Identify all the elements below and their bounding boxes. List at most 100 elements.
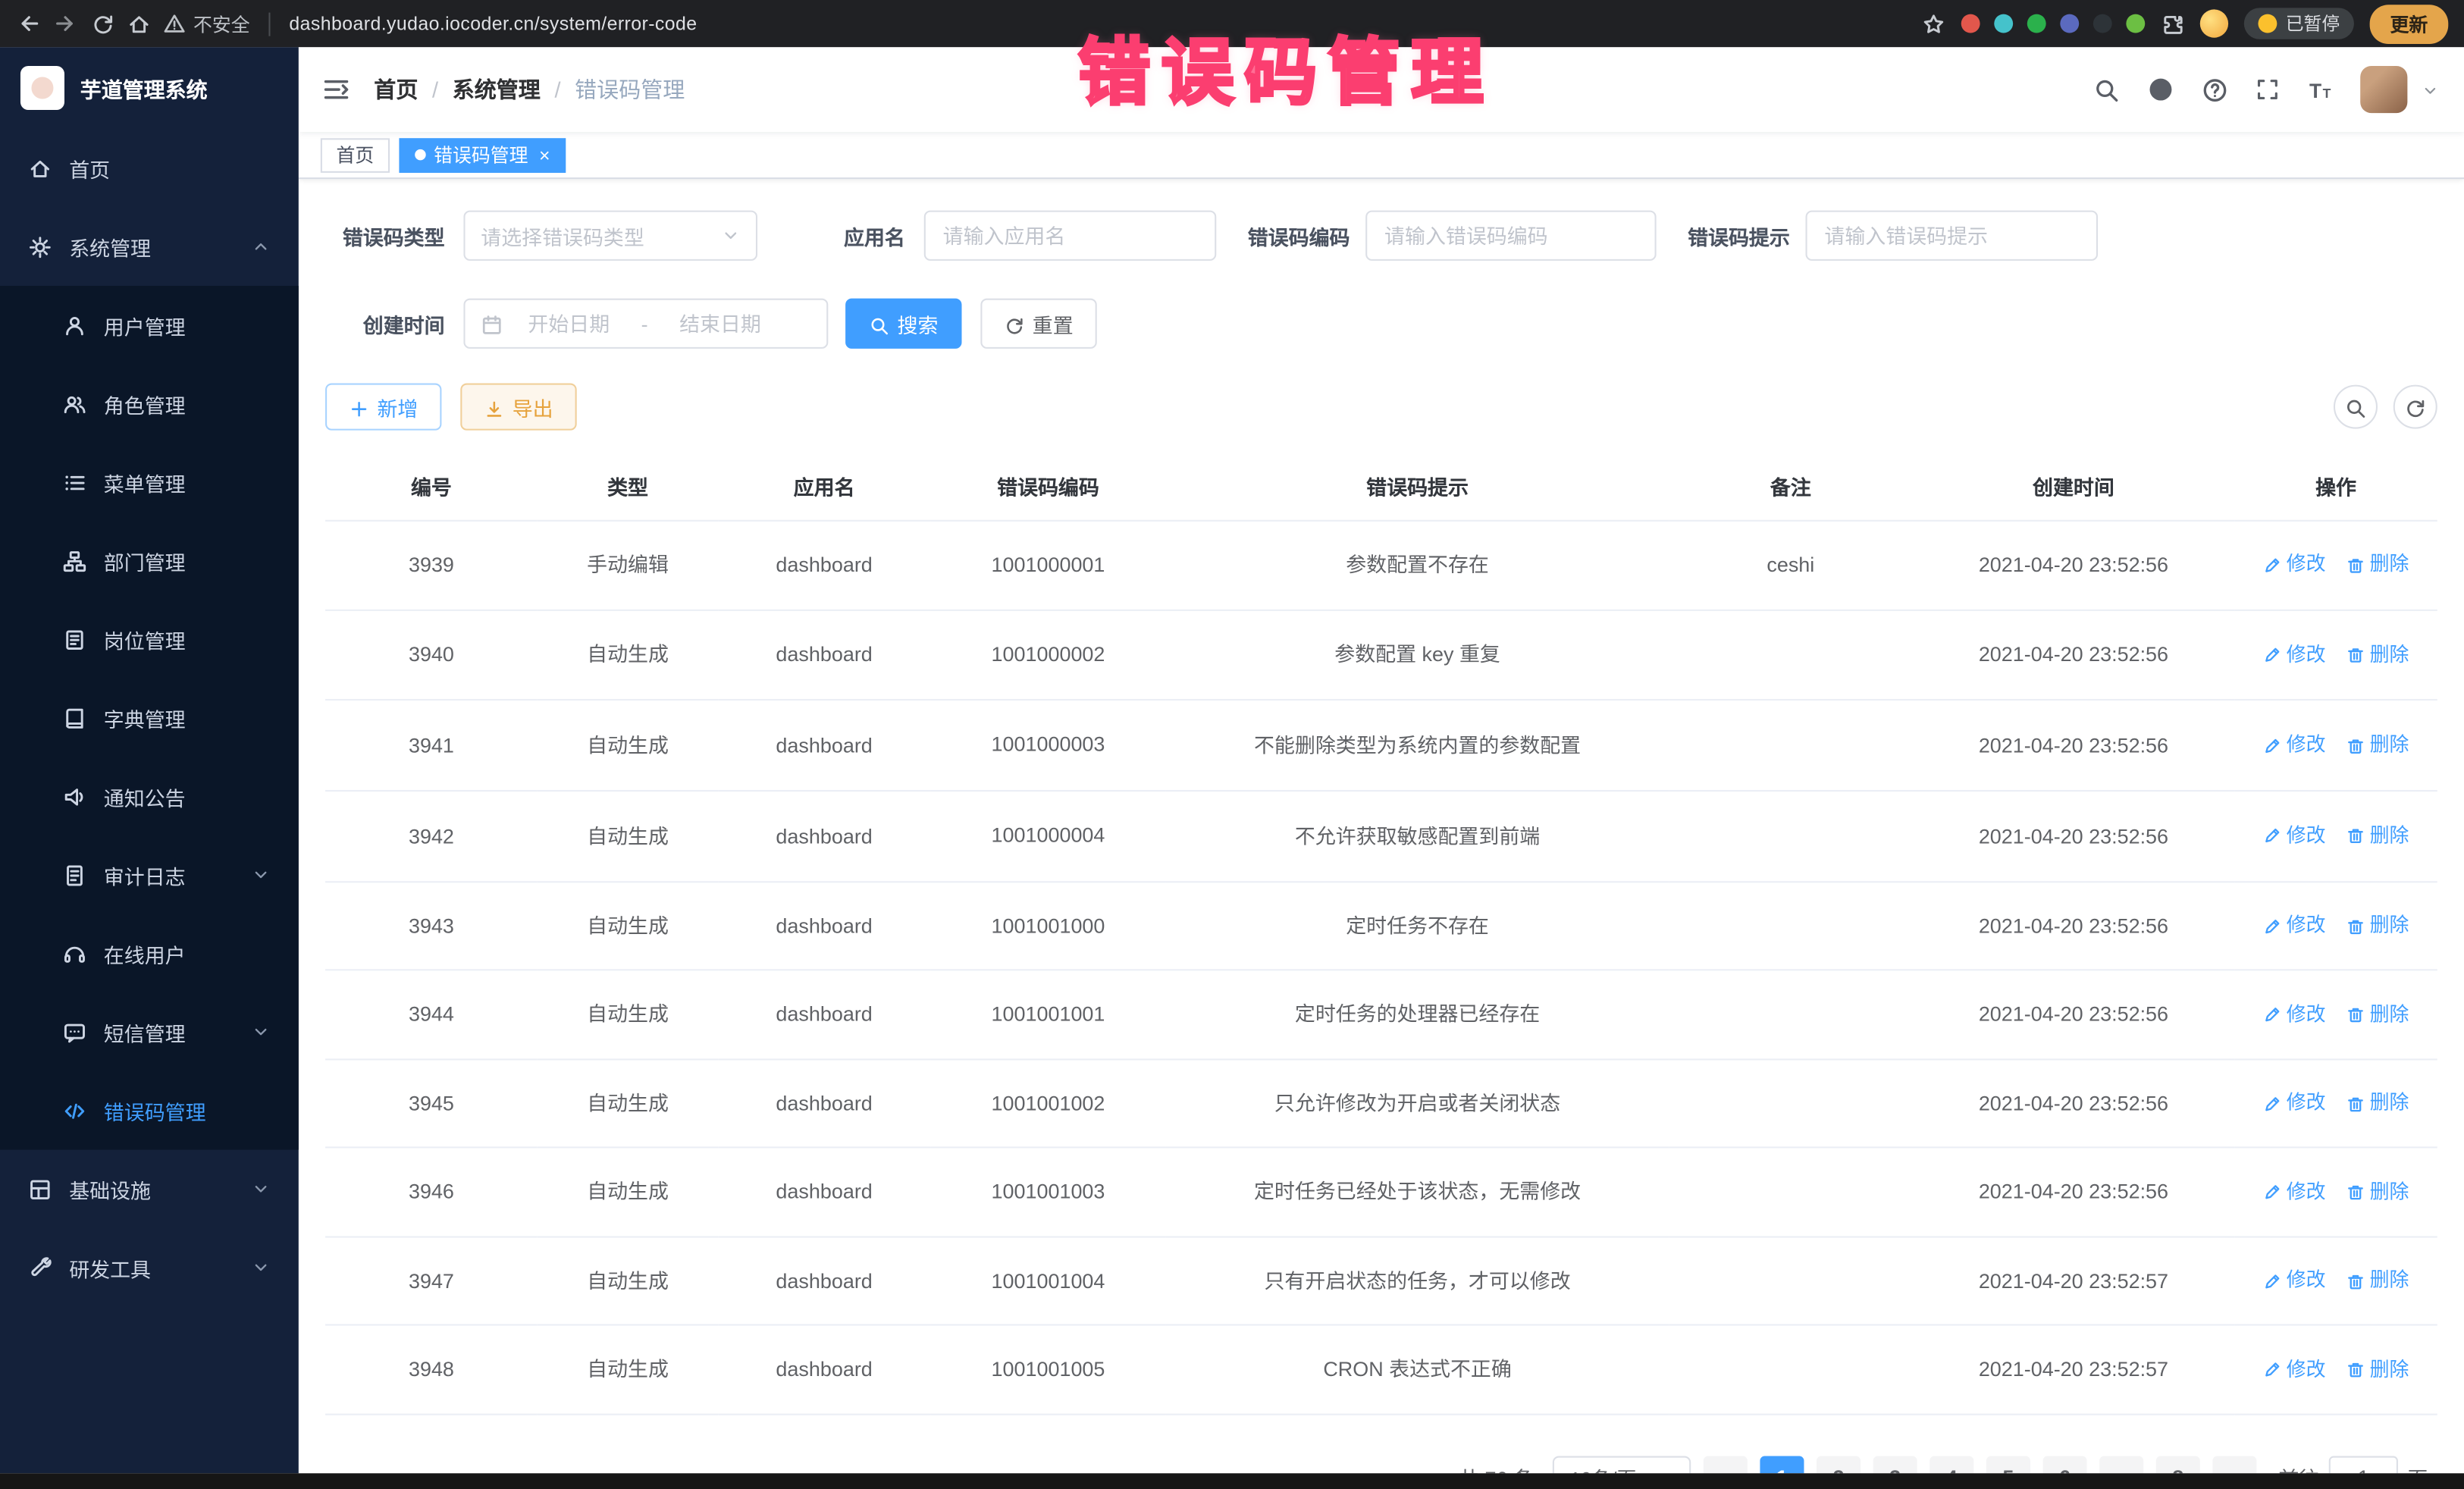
app-name-input[interactable] [924, 211, 1217, 261]
delete-link[interactable]: 删除 [2346, 640, 2409, 669]
fullscreen-icon[interactable] [2255, 77, 2280, 102]
extension-icon[interactable] [2094, 14, 2113, 33]
page-button-2[interactable]: 2 [1817, 1456, 1861, 1473]
start-date-input[interactable] [509, 312, 629, 335]
edit-link[interactable]: 修改 [2263, 1355, 2326, 1384]
error-code-input[interactable] [1365, 211, 1656, 261]
avatar-caret-icon[interactable] [2422, 81, 2439, 99]
export-button[interactable]: 导出 [460, 384, 576, 431]
table-row: 3948自动生成dashboard1001001005CRON 表达式不正确20… [325, 1325, 2437, 1414]
page-size-select[interactable]: 10条/页 [1553, 1456, 1691, 1473]
sidebar-item-菜单管理[interactable]: 菜单管理 [0, 443, 299, 522]
cell-code: 1001001004 [930, 1237, 1166, 1325]
sidebar-item-首页[interactable]: 首页 [0, 129, 299, 208]
user-avatar[interactable] [2360, 66, 2407, 113]
cell-time: 2021-04-20 23:52:56 [1912, 1148, 2234, 1237]
extension-icon[interactable] [2127, 14, 2146, 33]
update-button[interactable]: 更新 [2370, 4, 2449, 43]
page-button-8[interactable]: 8 [2156, 1456, 2200, 1473]
reset-button[interactable]: 重置 [980, 299, 1096, 349]
hamburger-icon[interactable] [299, 75, 374, 103]
sidebar-item-部门管理[interactable]: 部门管理 [0, 522, 299, 600]
table-refresh-button[interactable] [2393, 385, 2437, 429]
edit-link[interactable]: 修改 [2263, 1266, 2326, 1296]
edit-link[interactable]: 修改 [2263, 822, 2326, 851]
sidebar-item-基础设施[interactable]: 基础设施 [0, 1150, 299, 1229]
delete-link[interactable]: 删除 [2346, 822, 2409, 851]
breadcrumb-system[interactable]: 系统管理 [453, 74, 541, 105]
bookmark-star-icon[interactable] [1923, 11, 1946, 36]
delete-link[interactable]: 删除 [2346, 1355, 2409, 1384]
search-button[interactable]: 搜索 [845, 299, 961, 349]
hamburger-glyph [322, 75, 350, 103]
sidebar-item-系统管理[interactable]: 系统管理 [0, 207, 299, 286]
cell-app: dashboard [718, 791, 930, 882]
sidebar-item-用户管理[interactable]: 用户管理 [0, 286, 299, 365]
add-button[interactable]: 新增 [325, 384, 441, 431]
security-indicator[interactable]: 不安全 [164, 10, 250, 36]
table-search-button[interactable] [2334, 385, 2378, 429]
sidebar-item-角色管理[interactable]: 角色管理 [0, 365, 299, 444]
goto-page-input[interactable] [2329, 1456, 2398, 1473]
reload-icon[interactable] [91, 11, 114, 36]
extension-icon[interactable] [1995, 14, 2014, 33]
extension-icon[interactable] [2061, 14, 2080, 33]
sidebar-item-研发工具[interactable]: 研发工具 [0, 1228, 299, 1307]
sidebar-item-字典管理[interactable]: 字典管理 [0, 679, 299, 757]
help-icon[interactable] [2202, 76, 2228, 102]
sidebar-item-岗位管理[interactable]: 岗位管理 [0, 600, 299, 679]
sidebar-item-短信管理[interactable]: 短信管理 [0, 992, 299, 1071]
delete-link[interactable]: 删除 [2346, 731, 2409, 760]
back-icon[interactable] [16, 11, 41, 36]
page-button-4[interactable]: 4 [1930, 1456, 1973, 1473]
create-time-range-picker[interactable]: - [463, 299, 828, 349]
delete-link[interactable]: 删除 [2346, 1177, 2409, 1207]
page-button-5[interactable]: 5 [1986, 1456, 2030, 1473]
page-button-1[interactable]: 1 [1760, 1456, 1804, 1473]
logo-row[interactable]: 芋道管理系统 [0, 47, 299, 129]
close-tab-icon[interactable]: × [539, 144, 550, 166]
browser-profile-avatar[interactable] [2201, 9, 2229, 37]
edit-link[interactable]: 修改 [2263, 1177, 2326, 1207]
delete-link[interactable]: 删除 [2346, 1266, 2409, 1296]
breadcrumb-home[interactable]: 首页 [374, 74, 418, 105]
edit-link[interactable]: 修改 [2263, 1000, 2326, 1030]
font-size-icon[interactable]: TT [2307, 76, 2334, 102]
delete-link[interactable]: 删除 [2346, 1000, 2409, 1030]
address-bar[interactable]: dashboard.yudao.iocoder.cn/system/error-… [289, 13, 697, 35]
paused-badge[interactable]: 已暂停 [2245, 8, 2354, 39]
extension-icon[interactable] [2028, 14, 2047, 33]
header-search-icon[interactable] [2093, 76, 2120, 102]
prev-page-button[interactable] [1704, 1456, 1748, 1473]
extension-icon[interactable] [1962, 14, 1981, 33]
sidebar-item-错误码管理[interactable]: 错误码管理 [0, 1071, 299, 1150]
error-hint-input[interactable] [1806, 211, 2099, 261]
edit-link[interactable]: 修改 [2263, 640, 2326, 669]
sidebar-item-label: 错误码管理 [104, 1096, 206, 1125]
sidebar-item-通知公告[interactable]: 通知公告 [0, 757, 299, 836]
pagination: 共 76 条 10条/页 123456···8 前往 页 [325, 1456, 2437, 1473]
next-page-button[interactable] [2212, 1456, 2256, 1473]
github-icon[interactable] [2146, 75, 2174, 103]
sidebar-item-在线用户[interactable]: 在线用户 [0, 914, 299, 993]
forward-icon[interactable] [53, 11, 78, 36]
edit-link[interactable]: 修改 [2263, 731, 2326, 760]
page-ellipsis-button[interactable]: ··· [2099, 1456, 2143, 1473]
edit-link[interactable]: 修改 [2263, 1089, 2326, 1118]
page-button-6[interactable]: 6 [2042, 1456, 2086, 1473]
delete-link[interactable]: 删除 [2346, 1089, 2409, 1118]
sidebar-item-审计日志[interactable]: 审计日志 [0, 835, 299, 914]
page-button-3[interactable]: 3 [1873, 1456, 1917, 1473]
edit-link[interactable]: 修改 [2263, 911, 2326, 941]
delete-link[interactable]: 删除 [2346, 550, 2409, 580]
error-type-select[interactable]: 请选择错误码类型 [463, 211, 757, 261]
delete-link[interactable]: 删除 [2346, 911, 2409, 941]
edit-link[interactable]: 修改 [2263, 550, 2326, 580]
extensions-puzzle-icon[interactable] [2161, 11, 2185, 36]
tab-错误码管理[interactable]: 错误码管理× [399, 137, 566, 172]
browser-home-icon[interactable] [127, 11, 151, 36]
sidebar-menu: 首页系统管理用户管理角色管理菜单管理部门管理岗位管理字典管理通知公告审计日志在线… [0, 129, 299, 1307]
end-date-input[interactable] [660, 312, 780, 335]
header-icons: TT [2093, 66, 2464, 113]
tab-首页[interactable]: 首页 [321, 137, 390, 172]
